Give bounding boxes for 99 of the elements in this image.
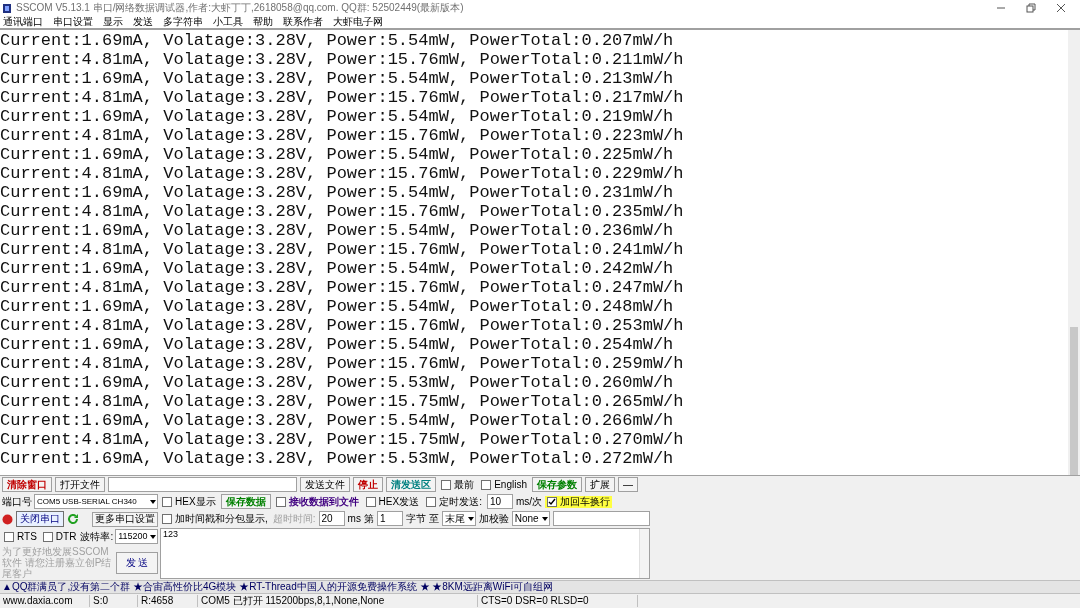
option-label: 加校验 xyxy=(478,512,509,525)
input-field[interactable]: 10 xyxy=(486,494,513,509)
restore-icon[interactable] xyxy=(1026,3,1036,13)
menu-item[interactable]: 联系作者 xyxy=(283,16,323,28)
log-line: Current:1.69mA, Volatage:3.28V, Power:5.54mW, PowerTotal:0.219mW/h xyxy=(0,107,675,126)
dropdown[interactable]: 末尾 xyxy=(441,511,476,526)
menu-item[interactable]: 多字符串 xyxy=(163,16,203,28)
ticker-text: ▲QQ群满员了,没有第二个群 ★合宙高性价比4G模块 ★RT-Thread中国人的开源免费操作系统 ★ ★8KM远距离WiFi可自组网 xyxy=(2,581,553,593)
toolbar-button[interactable]: 发送文件 xyxy=(300,477,351,492)
log-line: Current:1.69mA, Volatage:3.28V, Power:5.54mW, PowerTotal:0.254mW/h xyxy=(0,335,675,354)
status-field: www.daxia.com xyxy=(0,595,90,607)
log-line: Current:1.69mA, Volatage:3.28V, Power:5.54mW, PowerTotal:0.213mW/h xyxy=(0,69,675,88)
log-line: Current:4.81mA, Volatage:3.28V, Power:15.76mW, PowerTotal:0.229mW/h xyxy=(0,164,685,183)
caret-icon xyxy=(540,515,549,522)
log-line: Current:1.69mA, Volatage:3.28V, Power:5.54mW, PowerTotal:0.225mW/h xyxy=(0,145,675,164)
checkbox-label: 接收数据到文件 xyxy=(288,495,359,508)
log-line: Current:4.81mA, Volatage:3.28V, Power:15.75mW, PowerTotal:0.265mW/h xyxy=(0,392,685,411)
menu-item[interactable]: 通讯端口 xyxy=(3,16,43,28)
menu-item[interactable]: 串口设置 xyxy=(53,16,93,28)
scrollbar-thumb[interactable] xyxy=(1070,326,1078,475)
log-line: Current:1.69mA, Volatage:3.28V, Power:5.54mW, PowerTotal:0.248mW/h xyxy=(0,297,675,316)
menu-item[interactable]: 小工具 xyxy=(213,16,243,28)
checkbox[interactable]: 加回车换行 xyxy=(545,495,612,508)
log-line: Current:1.69mA, Volatage:3.28V, Power:5.54mW, PowerTotal:0.207mW/h xyxy=(0,31,675,50)
menu-item[interactable]: 发送 xyxy=(133,16,153,28)
input-field[interactable] xyxy=(108,477,298,492)
log-line: Current:1.69mA, Volatage:3.28V, Power:5.54mW, PowerTotal:0.266mW/h xyxy=(0,411,675,430)
log-line: Current:4.81mA, Volatage:3.28V, Power:15.75mW, PowerTotal:0.270mW/h xyxy=(0,430,685,449)
status-field: CTS=0 DSR=0 RLSD=0 xyxy=(478,595,638,607)
log-line: Current:4.81mA, Volatage:3.28V, Power:15.76mW, PowerTotal:0.241mW/h xyxy=(0,240,685,259)
caret-icon xyxy=(149,533,157,540)
log-line: Current:4.81mA, Volatage:3.28V, Power:15.76mW, PowerTotal:0.223mW/h xyxy=(0,126,685,145)
log-line: Current:1.69mA, Volatage:3.28V, Power:5.54mW, PowerTotal:0.231mW/h xyxy=(0,183,675,202)
menu-item[interactable]: 大虾电子网 xyxy=(333,16,383,28)
status-field: COM5 已打开 115200bps,8,1,None,None xyxy=(198,595,478,607)
close-icon[interactable] xyxy=(1056,3,1066,13)
checkbox[interactable]: 加时间戳和分包显示, xyxy=(160,512,270,525)
button-label: 清发送区 xyxy=(391,478,432,490)
baud-label: 波特率: xyxy=(80,530,114,543)
baud-dropdown[interactable]: 115200 xyxy=(115,529,158,544)
send-button[interactable]: 发 送 xyxy=(116,551,158,574)
toolbar-button[interactable]: 保存参数 xyxy=(532,477,582,492)
button-label: 保存数据 xyxy=(225,495,266,507)
caret-icon xyxy=(466,515,475,522)
button-label: 清除窗口 xyxy=(7,478,47,490)
log-line: Current:4.81mA, Volatage:3.28V, Power:15.76mW, PowerTotal:0.247mW/h xyxy=(0,278,685,297)
refresh-icon[interactable] xyxy=(67,513,79,525)
option-label: ms/次 xyxy=(515,495,542,508)
checkbox[interactable]: 最前 xyxy=(439,478,477,491)
checkbox[interactable]: RTS xyxy=(2,530,39,543)
input-field[interactable] xyxy=(552,511,650,526)
checkbox[interactable]: 定时发送: xyxy=(424,495,484,508)
caret-icon xyxy=(149,498,157,505)
log-line: Current:1.69mA, Volatage:3.28V, Power:5.53mW, PowerTotal:0.272mW/h xyxy=(0,449,675,468)
option-label: 第 xyxy=(363,512,374,525)
scrollbar[interactable] xyxy=(639,529,649,578)
checkbox[interactable]: English xyxy=(479,478,529,491)
status-field: R:4658 xyxy=(138,595,198,607)
checkbox[interactable]: HEX显示 xyxy=(160,495,218,508)
checkbox[interactable]: DTR xyxy=(40,530,79,543)
log-line: Current:1.69mA, Volatage:3.28V, Power:5.54mW, PowerTotal:0.236mW/h xyxy=(0,221,675,240)
log-line: Current:4.81mA, Volatage:3.28V, Power:15.76mW, PowerTotal:0.259mW/h xyxy=(0,354,685,373)
toolbar-button[interactable]: 停止 xyxy=(353,477,384,492)
log-line: Current:4.81mA, Volatage:3.28V, Power:15.76mW, PowerTotal:0.211mW/h xyxy=(0,50,685,69)
toolbar-button[interactable]: 保存数据 xyxy=(220,494,271,509)
toolbar-button[interactable]: 清除窗口 xyxy=(2,477,52,492)
input-field[interactable]: 1 xyxy=(376,511,403,526)
log-line: Current:4.81mA, Volatage:3.28V, Power:15.76mW, PowerTotal:0.253mW/h xyxy=(0,316,685,335)
menu-item[interactable]: 帮助 xyxy=(253,16,273,28)
log-line: Current:1.69mA, Volatage:3.28V, Power:5.54mW, PowerTotal:0.242mW/h xyxy=(0,259,675,278)
checkbox[interactable]: 接收数据到文件 xyxy=(273,495,361,508)
option-label: 字节 至 xyxy=(405,512,439,525)
check-icon xyxy=(548,497,556,506)
log-line: Current:4.81mA, Volatage:3.28V, Power:15.76mW, PowerTotal:0.235mW/h xyxy=(0,202,685,221)
port-toggle-button[interactable]: 关闭串口 xyxy=(16,511,64,527)
toolbar-button[interactable]: 扩展 xyxy=(585,477,615,492)
checkbox[interactable]: HEX发送 xyxy=(363,495,422,508)
toolbar-button[interactable]: 打开文件 xyxy=(55,477,105,492)
send-text: 123 xyxy=(163,529,179,539)
window-title: SSCOM V5.13.1 串口/网络数据调试器,作者:大虾丁丁,2618058@qq.com. QQ群: 52502449(最新版本) xyxy=(16,2,464,14)
menu-item[interactable]: 显示 xyxy=(103,16,123,28)
send-text-area[interactable]: 123 xyxy=(160,528,650,579)
dropdown[interactable]: None xyxy=(511,511,550,526)
scrollbar[interactable] xyxy=(1068,30,1080,475)
log-line: Current:4.81mA, Volatage:3.28V, Power:15.76mW, PowerTotal:0.217mW/h xyxy=(0,88,685,107)
option-label: ms xyxy=(347,512,361,525)
status-field: S:0 xyxy=(90,595,138,607)
toolbar-button[interactable]: — xyxy=(618,477,638,492)
button-label: 保存参数 xyxy=(537,478,577,490)
app-icon xyxy=(2,2,12,14)
input-field[interactable]: 20 xyxy=(318,511,345,526)
port-label: 端口号 xyxy=(2,495,32,508)
more-settings-button[interactable]: 更多串口设置 xyxy=(92,511,158,527)
port-dropdown[interactable]: COM5 USB-SERIAL CH340 xyxy=(34,494,158,509)
log-line: Current:1.69mA, Volatage:3.28V, Power:5.53mW, PowerTotal:0.260mW/h xyxy=(0,373,675,392)
option-label: 超时时间: xyxy=(272,512,316,525)
button-label: 停止 xyxy=(358,478,379,490)
toolbar-button[interactable]: 清发送区 xyxy=(386,477,437,492)
promo-text: 为了更好地发展SSCOM软件 请您注册嘉立创P结尾客户 xyxy=(2,546,113,579)
